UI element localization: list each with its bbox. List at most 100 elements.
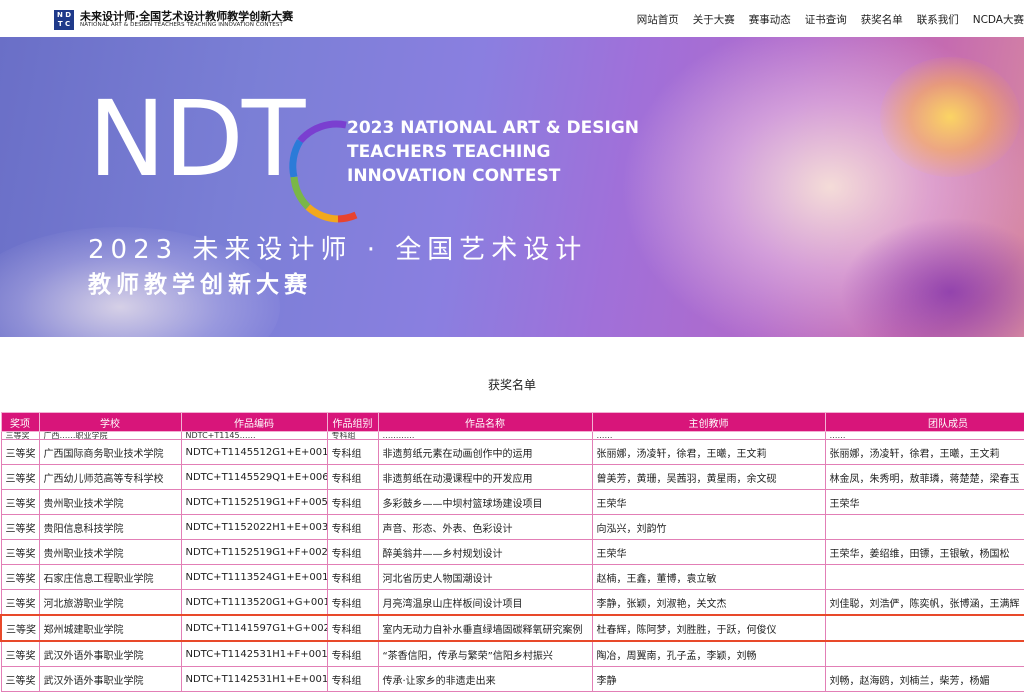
table-cell: 三等奖 — [0, 666, 40, 692]
table-cell: 刘佳聪，刘浩俨，陈奕帆，张博涵，王满辉 — [824, 589, 1024, 616]
table-cell: 石家庄信息工程职业学院 — [38, 564, 182, 590]
column-header: 主创教师 — [591, 412, 826, 432]
nav-certificate[interactable]: 证书查询 — [805, 12, 847, 27]
table-cell: 赵楠，王鑫，董博，袁立敏 — [591, 564, 826, 590]
table-cell: 广西国际商务职业技术学院 — [38, 439, 182, 465]
table-cell: 郑州城建职业学院 — [38, 614, 182, 642]
table-cell: NDTC+T1142531H1+F+001 — [180, 640, 328, 667]
site-header: N DT C 未来设计师·全国艺术设计教师教学创新大赛 NATIONAL ART… — [0, 0, 1024, 37]
table-cell: 专科组 — [326, 464, 379, 490]
table-cell: 张丽娜，汤凌轩，徐君，王曦，王文莉 — [824, 439, 1024, 465]
winners-table: 奖项 学校 作品编码 作品组别 作品名称 主创教师 团队成员 三等奖 广西……职… — [0, 412, 1024, 692]
nav-winners[interactable]: 获奖名单 — [861, 12, 903, 27]
main-nav: 网站首页 关于大赛 赛事动态 证书查询 获奖名单 联系我们 NCDA大赛 — [623, 12, 1024, 27]
table-cell: 声音、形态、外表、色彩设计 — [377, 514, 593, 540]
table-cell: 林金凤，朱秀明，敖菲璘，蒋楚楚，梁春玉 — [824, 464, 1024, 490]
table-cell: 专科组 — [326, 439, 379, 465]
banner-cn-title: 2023 未来设计师 · 全国艺术设计 — [88, 235, 588, 265]
table-cell: 陶冶，周翼南，孔子孟，李颖，刘畅 — [591, 640, 826, 667]
table-row: 三等奖 广西幼儿师范高等专科学校 NDTC+T1145529Q1+E+006 专科组非… — [0, 464, 1024, 490]
column-header: 作品组别 — [326, 412, 379, 432]
table-cell: 武汉外语外事职业学院 — [38, 666, 182, 692]
table-cell: 多彩鼓乡——中坝村篮球场建设项目 — [377, 489, 593, 515]
column-header: 学校 — [38, 412, 182, 432]
banner-ndtc-text: NDT — [88, 78, 305, 200]
table-cell: 三等奖 — [0, 464, 40, 490]
table-cell: 专科组 — [326, 589, 379, 616]
table-cell — [824, 564, 1024, 590]
table-cell: 专科组 — [326, 614, 379, 642]
table-cell: 李静，张颖，刘淑艳，关文杰 — [591, 589, 826, 616]
table-cell: NDTC+T1145…… — [180, 431, 328, 440]
table-cell: 贵阳信息科技学院 — [38, 514, 182, 540]
table-cell: 三等奖 — [0, 589, 40, 616]
table-cell — [824, 640, 1024, 667]
table-cell: 刘畅，赵海鸥，刘楠兰，柴芳，杨媚 — [824, 666, 1024, 692]
table-row: 三等奖 贵州职业技术学院 NDTC+T1152519G1+F+005 专科组 多彩鼓乡—… — [0, 489, 1024, 515]
table-cell: “茶香信阳，传承与繁荣”信阳乡村振兴 — [377, 640, 593, 667]
table-cell: NDTC+T1152022H1+E+003 — [180, 514, 328, 540]
table-row: 三等奖 武汉外语外事职业学院 NDTC+T1142531H1+F+001 专科组 “茶香… — [0, 640, 1024, 667]
table-cell: NDTC+T1152519G1+F+005 — [180, 489, 328, 515]
column-header: 作品名称 — [377, 412, 593, 432]
table-cell: 向泓兴，刘韵竹 — [591, 514, 826, 540]
table-cell: 专科组 — [326, 514, 379, 540]
table-cell — [824, 514, 1024, 540]
hero-banner: NDT 2023 NATIONAL ART & DESIGN TEACHERS … — [0, 37, 1024, 337]
column-header: 作品编码 — [180, 412, 328, 432]
table-cell: 三等奖 — [0, 489, 40, 515]
table-cell: NDTC+T1113520G1+G+001 — [180, 589, 328, 616]
table-cell: 三等奖 — [0, 640, 40, 667]
table-cell: 三等奖 — [0, 614, 40, 642]
table-cell: NDTC+T1152519G1+F+002 — [180, 539, 328, 565]
table-header-row: 奖项 学校 作品编码 作品组别 作品名称 主创教师 团队成员 — [0, 412, 1024, 432]
table-cell: 专科组 — [326, 539, 379, 565]
table-row: 三等奖 郑州城建职业学院 NDTC+T1141597G1+G+002 专科组 室内无动力… — [0, 614, 1024, 642]
table-cell: 专科组 — [326, 666, 379, 692]
banner-cn-subtitle: 教师教学创新大赛 — [88, 272, 312, 298]
table-cell: 室内无动力自补水垂直绿墙固碳释氧研究案例 — [377, 614, 593, 642]
winners-table-container[interactable]: 奖项 学校 作品编码 作品组别 作品名称 主创教师 团队成员 三等奖 广西……职… — [0, 412, 1024, 693]
column-header: 团队成员 — [824, 412, 1024, 432]
banner-en-line: TEACHERS TEACHING — [347, 142, 551, 162]
table-row: 三等奖 河北旅游职业学院 NDTC+T1113520G1+G+001 专科组 月亮湾温泉… — [0, 589, 1024, 616]
banner-en-line: 2023 NATIONAL ART & DESIGN — [347, 118, 640, 138]
table-cell: NDTC+T1145529Q1+E+006 — [180, 464, 328, 490]
table-cell: 三等奖 — [0, 539, 40, 565]
table-cell: NDTC+T1141597G1+G+002 — [180, 614, 328, 642]
table-cell: ………… — [377, 431, 593, 440]
nav-news[interactable]: 赛事动态 — [749, 12, 791, 27]
nav-ncda[interactable]: NCDA大赛 — [973, 12, 1024, 27]
banner-en-line: INNOVATION CONTEST — [347, 166, 561, 186]
table-cell: 三等奖 — [0, 514, 40, 540]
page-title: 获奖名单 — [487, 378, 536, 392]
table-cell: 专科组 — [326, 640, 379, 667]
table-cell: 专科组 — [326, 564, 379, 590]
table-cell: 李静 — [591, 666, 826, 692]
table-cell: 广西幼儿师范高等专科学校 — [38, 464, 182, 490]
table-cell: …… — [591, 431, 826, 440]
nav-about[interactable]: 关于大赛 — [693, 12, 735, 27]
logo-icon[interactable]: N DT C — [54, 10, 74, 30]
table-cell — [824, 614, 1024, 642]
table-cell: 广西……职业学院 — [38, 431, 182, 440]
table-cell: 曾美芳，黄珊，吴茜羽，黄星雨，余文砚 — [591, 464, 826, 490]
table-cell: 杜春辉，陈阿梦，刘胜胜，于跃，何俊仪 — [591, 614, 826, 642]
table-cell: 王荣华 — [591, 489, 826, 515]
table-cell: NDTC+T1145512G1+E+001 — [180, 439, 328, 465]
table-row: 三等奖 贵阳信息科技学院 NDTC+T1152022H1+E+003 专科组 声音、形态… — [0, 514, 1024, 540]
table-cell: 王荣华 — [824, 489, 1024, 515]
table-row: 三等奖 广西……职业学院 NDTC+T1145…… 专科组 ………… …… …… — [0, 431, 1024, 440]
nav-contact[interactable]: 联系我们 — [917, 12, 959, 27]
nav-home[interactable]: 网站首页 — [637, 12, 679, 27]
table-cell: 王荣华 — [591, 539, 826, 565]
table-cell: 三等奖 — [0, 439, 40, 465]
table-cell: 河北省历史人物国潮设计 — [377, 564, 593, 590]
column-header: 奖项 — [0, 412, 40, 432]
table-cell: 三等奖 — [0, 431, 40, 440]
table-cell: 月亮湾温泉山庄样板间设计项目 — [377, 589, 593, 616]
table-cell: 王荣华，姜绍维，田镖，王银敏，杨国松 — [824, 539, 1024, 565]
table-cell: 专科组 — [326, 431, 379, 440]
table-cell: 武汉外语外事职业学院 — [38, 640, 182, 667]
banner-glow — [880, 57, 1020, 177]
